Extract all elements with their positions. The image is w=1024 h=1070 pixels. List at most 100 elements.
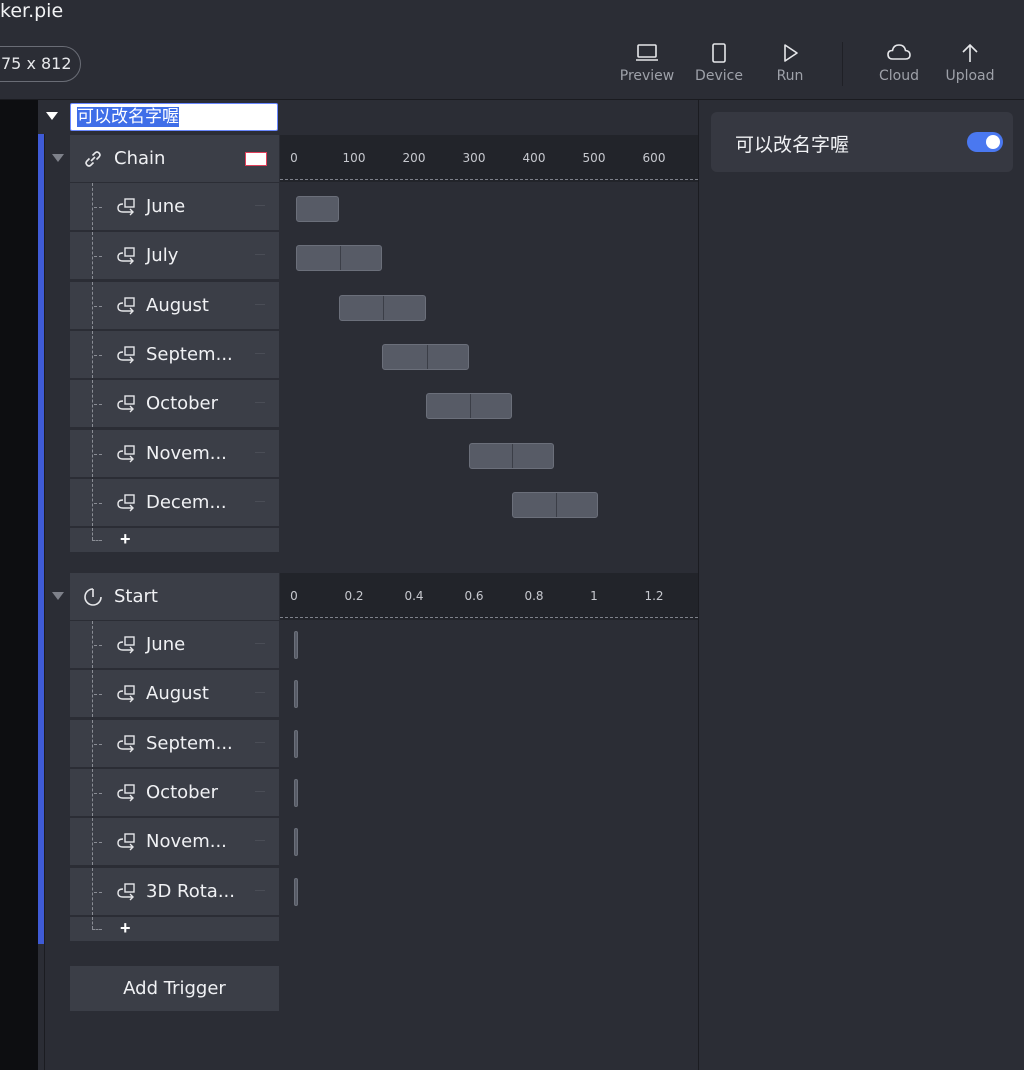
layer-property-card: 可以改名字喔 bbox=[711, 112, 1013, 172]
animation-item-icon bbox=[117, 685, 135, 703]
item-menu-handle[interactable] bbox=[255, 500, 265, 502]
timeline-bar[interactable] bbox=[425, 393, 512, 420]
trigger-label: Start bbox=[114, 586, 158, 607]
tree-connector bbox=[94, 354, 102, 356]
collapse-caret-icon[interactable] bbox=[46, 112, 58, 120]
timeline-bar[interactable] bbox=[382, 343, 469, 370]
animation-item-icon bbox=[117, 444, 135, 462]
item-menu-handle[interactable] bbox=[255, 402, 265, 404]
bar-segment-divider bbox=[426, 344, 428, 369]
timeline-keyframe[interactable] bbox=[294, 729, 298, 758]
item-menu-handle[interactable] bbox=[255, 451, 265, 453]
timeline-bar[interactable] bbox=[468, 442, 554, 469]
timeline-chain[interactable] bbox=[280, 183, 698, 555]
timeline-bar[interactable] bbox=[296, 245, 383, 272]
laptop-icon bbox=[636, 44, 658, 61]
item-menu-handle[interactable] bbox=[255, 352, 265, 354]
trigger-item-row[interactable]: October bbox=[70, 380, 279, 428]
tree-connector bbox=[92, 818, 93, 866]
color-swatch[interactable] bbox=[245, 152, 267, 166]
trigger-item-label: July bbox=[146, 245, 179, 267]
ruler-tick-label: 100 bbox=[342, 151, 366, 165]
timeline-bar[interactable] bbox=[512, 491, 599, 518]
item-menu-handle[interactable] bbox=[255, 205, 265, 206]
run-button[interactable]: Run bbox=[759, 42, 821, 90]
ruler-ticks bbox=[280, 610, 698, 618]
visibility-toggle[interactable] bbox=[967, 132, 1003, 152]
trigger-item-row[interactable]: Septem... bbox=[70, 330, 279, 378]
item-menu-handle[interactable] bbox=[255, 303, 265, 305]
trigger-item-row[interactable]: 3D Rota... bbox=[70, 867, 279, 915]
tree-connector bbox=[92, 380, 93, 428]
trigger-item-row[interactable]: Novem... bbox=[70, 429, 279, 477]
item-menu-handle[interactable] bbox=[255, 790, 265, 792]
item-menu-handle[interactable] bbox=[255, 741, 265, 743]
preview-button[interactable]: Preview bbox=[616, 42, 678, 90]
animation-item-icon bbox=[117, 346, 135, 364]
trigger-item-row[interactable]: August bbox=[70, 281, 279, 329]
ruler-tick-label: 0 bbox=[290, 151, 298, 165]
trigger-item-row[interactable]: August bbox=[70, 670, 279, 718]
link-icon bbox=[85, 150, 101, 167]
upload-button[interactable]: Upload bbox=[939, 42, 1001, 90]
layer-name-input[interactable]: 可以改名字喔 bbox=[70, 103, 278, 131]
trigger-item-row[interactable]: June bbox=[70, 621, 279, 668]
add-item-row[interactable]: + bbox=[70, 916, 279, 941]
item-menu-handle[interactable] bbox=[255, 692, 265, 694]
tree-connector bbox=[92, 540, 102, 542]
bar-segment-divider bbox=[512, 443, 514, 468]
timeline-bar[interactable] bbox=[339, 294, 426, 321]
timeline-keyframe[interactable] bbox=[294, 778, 298, 807]
trigger-item-label: June bbox=[146, 634, 186, 655]
trigger-item-row[interactable]: Septem... bbox=[70, 719, 279, 767]
timeline-keyframe[interactable] bbox=[294, 631, 298, 659]
timeline-ruler-chain[interactable]: 0 100 200 300 400 500 600 bbox=[280, 135, 698, 182]
timeline-keyframe[interactable] bbox=[294, 828, 298, 857]
timeline-ruler-start[interactable]: 0 0.2 0.4 0.6 0.8 1 1.2 bbox=[280, 573, 698, 620]
tree-connector bbox=[92, 867, 93, 915]
canvas-size-selector[interactable]: 75 x 812 bbox=[0, 46, 81, 82]
timeline-keyframe[interactable] bbox=[294, 877, 298, 906]
timeline-bar[interactable] bbox=[296, 196, 340, 222]
animation-item-icon bbox=[117, 198, 135, 216]
canvas-edge bbox=[0, 100, 38, 1070]
trigger-chain[interactable]: Chain bbox=[70, 135, 279, 182]
properties-panel: 可以改名字喔 bbox=[698, 100, 1024, 1070]
chain-collapse-caret-icon[interactable] bbox=[52, 154, 64, 162]
tree-guide-line bbox=[44, 134, 45, 1070]
tree-connector bbox=[94, 743, 102, 745]
upload-label: Upload bbox=[945, 68, 995, 84]
cloud-icon bbox=[887, 44, 911, 60]
bar-segment-divider bbox=[469, 394, 471, 419]
item-menu-handle[interactable] bbox=[255, 889, 265, 891]
item-menu-handle[interactable] bbox=[255, 254, 265, 256]
animation-item-icon bbox=[117, 882, 135, 900]
tree-connector bbox=[92, 916, 93, 929]
item-menu-handle[interactable] bbox=[255, 643, 265, 644]
start-collapse-caret-icon[interactable] bbox=[52, 592, 64, 600]
animation-item-icon bbox=[117, 734, 135, 753]
add-item-row[interactable]: + bbox=[70, 528, 279, 553]
tree-connector bbox=[94, 404, 102, 406]
trigger-item-row[interactable]: June bbox=[70, 183, 279, 230]
tree-connector bbox=[92, 281, 93, 329]
trigger-start[interactable]: Start bbox=[70, 573, 279, 620]
item-menu-handle[interactable] bbox=[255, 840, 265, 842]
device-label: Device bbox=[695, 68, 743, 84]
trigger-item-label: Septem... bbox=[146, 732, 233, 754]
trigger-label: Chain bbox=[114, 148, 166, 169]
device-button[interactable]: Device bbox=[688, 42, 750, 90]
bar-segment-divider bbox=[340, 246, 342, 271]
animation-item-icon bbox=[117, 494, 135, 512]
timeline-keyframe[interactable] bbox=[294, 680, 298, 709]
animation-item-icon bbox=[117, 784, 135, 802]
trigger-item-row[interactable]: October bbox=[70, 768, 279, 816]
ruler-tick-label: 300 bbox=[462, 151, 486, 165]
trigger-item-row[interactable]: Decem... bbox=[70, 478, 279, 526]
cloud-button[interactable]: Cloud bbox=[868, 42, 930, 90]
play-icon bbox=[784, 44, 798, 62]
trigger-item-row[interactable]: Novem... bbox=[70, 818, 279, 866]
timeline-start[interactable] bbox=[280, 621, 698, 943]
add-trigger-button[interactable]: Add Trigger bbox=[70, 966, 279, 1011]
trigger-item-row[interactable]: July bbox=[70, 232, 279, 280]
